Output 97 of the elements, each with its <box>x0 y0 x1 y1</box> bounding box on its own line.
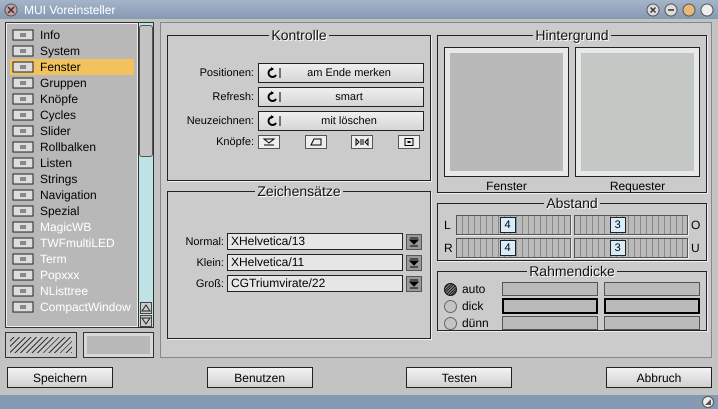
panel-icon <box>12 29 34 41</box>
slider-track[interactable]: 3 <box>574 238 688 258</box>
action-button[interactable]: Testen <box>406 367 512 388</box>
blank-button[interactable] <box>82 332 154 358</box>
slider-track[interactable]: 3 <box>574 215 688 235</box>
slider-thumb[interactable]: 4 <box>500 217 516 233</box>
panel-icon <box>12 301 34 313</box>
maximize-icon[interactable] <box>682 2 696 16</box>
close-icon[interactable] <box>4 2 18 16</box>
cycle-button[interactable]: mit löschen <box>258 111 424 131</box>
panel-icon <box>12 109 34 121</box>
scrollbar[interactable] <box>138 23 153 328</box>
background-swatch[interactable] <box>444 47 569 177</box>
gadget-icon[interactable] <box>351 135 374 149</box>
cycle-icon <box>265 67 281 79</box>
panel-icon <box>12 285 34 297</box>
group-title: Hintergrund <box>534 27 610 43</box>
cycle-icon <box>265 91 281 103</box>
sidebar-item[interactable]: Navigation <box>10 187 134 203</box>
sidebar-item[interactable]: Fenster <box>10 59 134 75</box>
minimize-icon[interactable] <box>664 2 678 16</box>
sidebar-item[interactable]: Info <box>10 27 134 43</box>
sidebar-item[interactable]: Rollbalken <box>10 139 134 155</box>
cycle-icon <box>265 115 281 127</box>
panel-icon <box>12 77 34 89</box>
field-label: Refresh: <box>211 91 254 103</box>
panel-icon <box>12 221 34 233</box>
field-label: Klein: <box>195 256 224 268</box>
slider-thumb[interactable]: 3 <box>610 217 626 233</box>
slider-thumb[interactable]: 3 <box>610 240 626 256</box>
group-title: Zeichensätze <box>256 183 342 199</box>
panel-icon <box>12 93 34 105</box>
panel-icon <box>12 189 34 201</box>
radio-button[interactable] <box>444 282 457 296</box>
popup-icon[interactable] <box>406 276 422 292</box>
panel-icon <box>12 269 34 281</box>
slider-label: R <box>444 241 453 255</box>
group-title: Kontrolle <box>270 27 328 43</box>
radio-button[interactable] <box>444 316 457 330</box>
slider-track[interactable]: 4 <box>456 238 570 258</box>
scroll-thumb[interactable] <box>139 25 153 157</box>
action-button[interactable]: Abbruch <box>606 367 712 388</box>
field-label: Neuzeichnen: <box>186 115 254 127</box>
resize-icon[interactable] <box>702 396 714 408</box>
window-title: MUI Voreinsteller <box>24 2 116 16</box>
close-icon[interactable] <box>646 2 660 16</box>
panel-icon <box>12 237 34 249</box>
field-label: Knöpfe: <box>215 136 254 148</box>
sidebar-item[interactable]: Listen <box>10 155 134 171</box>
sidebar-item[interactable]: Strings <box>10 171 134 187</box>
slider-thumb[interactable]: 4 <box>500 240 516 256</box>
radio-option[interactable]: auto <box>444 282 496 296</box>
panel-icon <box>12 45 34 57</box>
radio-option[interactable]: dick <box>444 299 496 313</box>
sidebar-item[interactable]: System <box>10 43 134 59</box>
font-field[interactable]: XHelvetica/13 <box>227 233 403 250</box>
field-label: Normal: <box>184 236 224 248</box>
swatch-label: Requester <box>610 179 666 193</box>
panel-icon <box>12 141 34 153</box>
up-arrow-icon[interactable] <box>140 302 152 314</box>
radio-option[interactable]: dünn <box>444 316 496 330</box>
slider-label: U <box>691 241 700 255</box>
gadget-icon[interactable] <box>304 135 327 149</box>
group-title: Rahmendicke <box>528 263 616 279</box>
gadget-icon[interactable] <box>398 135 420 149</box>
group-title: Abstand <box>545 195 599 211</box>
popup-icon[interactable] <box>406 234 422 250</box>
action-button[interactable]: Benutzen <box>206 367 313 388</box>
gadget-icon[interactable] <box>258 135 280 149</box>
font-field[interactable]: XHelvetica/11 <box>227 254 403 271</box>
sidebar-item[interactable]: Gruppen <box>10 75 134 91</box>
sidebar-item[interactable]: Slider <box>10 123 134 139</box>
cycle-button[interactable]: smart <box>258 87 424 107</box>
font-field[interactable]: CGTriumvirate/22 <box>227 275 403 292</box>
slider-label: L <box>444 218 452 232</box>
down-arrow-icon[interactable] <box>140 315 152 328</box>
sidebar-item[interactable]: Spezial <box>10 203 134 219</box>
panel-icon <box>12 205 34 217</box>
depth-icon[interactable] <box>700 2 714 16</box>
action-button[interactable]: Speichern <box>7 367 113 388</box>
background-swatch[interactable] <box>575 47 700 177</box>
cycle-button[interactable]: am Ende merken <box>258 63 424 83</box>
sidebar-item[interactable]: Cycles <box>10 107 134 123</box>
popup-icon[interactable] <box>406 254 422 270</box>
panel-icon <box>12 61 34 73</box>
field-label: Groß: <box>194 278 224 290</box>
slider-track[interactable]: 4 <box>456 215 570 235</box>
panel-icon <box>12 157 34 169</box>
panel-icon <box>12 253 34 265</box>
panel-icon <box>12 173 34 185</box>
panel-icon <box>12 125 34 137</box>
field-label: Positionen: <box>198 67 254 79</box>
swatch-label: Fenster <box>486 179 527 193</box>
radio-button[interactable] <box>444 300 457 312</box>
sidebar-item[interactable]: Knöpfe <box>10 91 134 107</box>
slider-label: O <box>691 218 700 232</box>
pattern-button[interactable] <box>5 332 76 358</box>
